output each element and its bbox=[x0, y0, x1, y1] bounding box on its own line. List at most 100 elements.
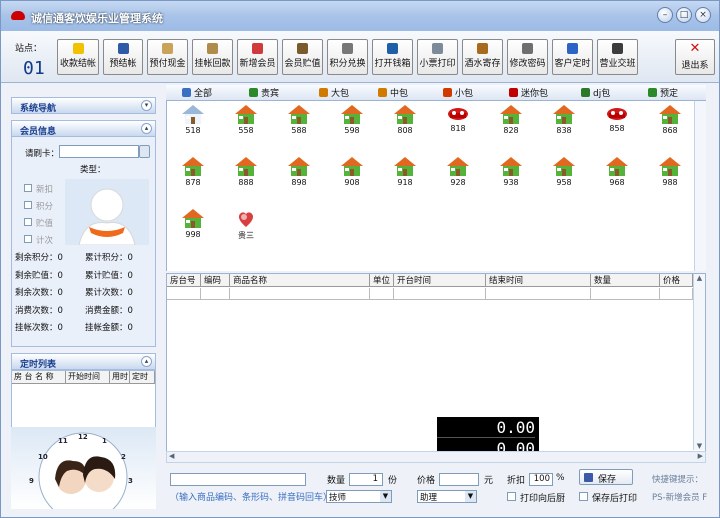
room-998[interactable]: 998 bbox=[173, 208, 213, 252]
room-928[interactable]: 928 bbox=[438, 156, 478, 200]
room-house-icon bbox=[438, 156, 478, 178]
tab-all[interactable]: 全部 bbox=[180, 86, 212, 100]
member-deposit-button[interactable]: 会员贮值 bbox=[282, 39, 323, 75]
product-search-input[interactable] bbox=[170, 473, 306, 486]
table-col-4[interactable]: 开台时间 bbox=[394, 274, 486, 287]
qty-input[interactable]: 1 bbox=[349, 473, 383, 486]
save-button[interactable]: 保存 bbox=[579, 469, 633, 485]
hang-account-button[interactable]: 挂帐回款 bbox=[192, 39, 233, 75]
assistant-select[interactable]: 助理 ▼ bbox=[417, 490, 477, 503]
wine-storage-button[interactable]: 酒水寄存 bbox=[462, 39, 503, 75]
table-col-1[interactable]: 编码 bbox=[201, 274, 230, 287]
room-958[interactable]: 958 bbox=[544, 156, 584, 200]
room-label: 588 bbox=[291, 126, 307, 135]
exit-button[interactable]: ✕ 退出系 bbox=[675, 39, 715, 75]
open-cashbox-button[interactable]: 打开钱箱 bbox=[372, 39, 413, 75]
room-918[interactable]: 918 bbox=[385, 156, 425, 200]
chevron-down-icon[interactable]: ▾ bbox=[141, 100, 152, 111]
room-598[interactable]: 598 bbox=[332, 104, 372, 148]
scroll-down-icon[interactable]: ▼ bbox=[694, 442, 705, 450]
table-cell-1[interactable] bbox=[201, 288, 230, 300]
member-check-0[interactable] bbox=[24, 184, 32, 192]
scroll-right-icon[interactable]: ▶ bbox=[698, 452, 703, 460]
tab-small[interactable]: 小包 bbox=[441, 86, 473, 100]
system-nav-header[interactable]: 系统导航 ▾ bbox=[11, 97, 156, 114]
chevron-up-icon[interactable]: ▴ bbox=[141, 356, 152, 367]
table-cell-6[interactable] bbox=[591, 288, 660, 300]
room-label: 818 bbox=[450, 124, 466, 133]
member-check-1[interactable] bbox=[24, 201, 32, 209]
save-print-checkbox[interactable] bbox=[579, 492, 588, 501]
table-col-2[interactable]: 商品名称 bbox=[230, 274, 370, 287]
table-col-5[interactable]: 结束时间 bbox=[486, 274, 591, 287]
table-col-6[interactable]: 数量 bbox=[591, 274, 660, 287]
prepay-button[interactable]: 预付现金 bbox=[147, 39, 188, 75]
room-988[interactable]: 988 bbox=[650, 156, 690, 200]
pre-settle-button[interactable]: 预结帐 bbox=[103, 39, 143, 75]
print-receipt-button[interactable]: 小票打印 bbox=[417, 39, 458, 75]
room-828[interactable]: 828 bbox=[491, 104, 531, 148]
room-588[interactable]: 588 bbox=[279, 104, 319, 148]
order-table-scrollbar[interactable]: ▲ ▼ bbox=[693, 274, 705, 450]
table-col-7[interactable]: 价格 bbox=[660, 274, 693, 287]
room-868[interactable]: 868 bbox=[650, 104, 690, 148]
room-label: 968 bbox=[609, 178, 625, 187]
room-938[interactable]: 938 bbox=[491, 156, 531, 200]
tab-dj[interactable]: dj包 bbox=[579, 86, 610, 100]
discount-input[interactable]: 100 bbox=[529, 473, 553, 486]
room-518[interactable]: 518 bbox=[173, 104, 213, 148]
member-check-3[interactable] bbox=[24, 235, 32, 243]
tab-vip[interactable]: 贵宾 bbox=[247, 86, 279, 100]
room-838[interactable]: 838 bbox=[544, 104, 584, 148]
tab-reserve-label: 预定 bbox=[660, 89, 679, 99]
order-table-hscroll[interactable]: ◀ ▶ bbox=[166, 451, 706, 463]
room-818[interactable]: 818 bbox=[438, 104, 478, 148]
room-grid-scrollbar[interactable] bbox=[694, 101, 706, 271]
room-house-icon bbox=[650, 156, 690, 178]
print-kitchen-checkbox[interactable] bbox=[507, 492, 516, 501]
scroll-up-icon[interactable]: ▲ bbox=[694, 274, 705, 282]
room-贵三[interactable]: 贵三 bbox=[226, 208, 266, 252]
clock-number-2: 2 bbox=[121, 453, 126, 461]
technician-select[interactable]: 技师 ▼ bbox=[326, 490, 392, 503]
room-808[interactable]: 808 bbox=[385, 104, 425, 148]
table-cell-3[interactable] bbox=[370, 288, 394, 300]
chevron-down-icon: ▼ bbox=[380, 491, 391, 502]
minimize-button[interactable]: – bbox=[657, 7, 673, 23]
table-cell-2[interactable] bbox=[230, 288, 370, 300]
table-cell-4[interactable] bbox=[394, 288, 486, 300]
table-cell-5[interactable] bbox=[486, 288, 591, 300]
table-col-3[interactable]: 单位 bbox=[370, 274, 394, 287]
points-exchange-button[interactable]: 积分兑换 bbox=[327, 39, 368, 75]
room-558[interactable]: 558 bbox=[226, 104, 266, 148]
chevron-up-icon[interactable]: ▴ bbox=[141, 123, 152, 134]
table-cell-0[interactable] bbox=[167, 288, 201, 300]
shift-handover-button[interactable]: 营业交班 bbox=[597, 39, 638, 75]
room-878[interactable]: 878 bbox=[173, 156, 213, 200]
member-check-2[interactable] bbox=[24, 218, 32, 226]
room-968[interactable]: 968 bbox=[597, 156, 637, 200]
room-908[interactable]: 908 bbox=[332, 156, 372, 200]
member-info-header[interactable]: 会员信息 ▴ bbox=[11, 120, 156, 137]
close-button[interactable]: × bbox=[695, 7, 711, 23]
checkout-button[interactable]: 收款结帐 bbox=[57, 39, 99, 75]
amount-total: 0.00 bbox=[437, 417, 535, 438]
table-cell-7[interactable] bbox=[660, 288, 693, 300]
timer-list-header[interactable]: 定时列表 ▴ bbox=[11, 353, 156, 370]
tab-reserve[interactable]: 预定 bbox=[646, 86, 678, 100]
tab-mini[interactable]: 迷你包 bbox=[507, 86, 548, 100]
table-col-0[interactable]: 房台号 bbox=[167, 274, 201, 287]
card-read-button[interactable] bbox=[139, 145, 150, 158]
maximize-button[interactable]: □ bbox=[676, 7, 692, 23]
price-input[interactable] bbox=[439, 473, 479, 486]
room-888[interactable]: 888 bbox=[226, 156, 266, 200]
new-member-button[interactable]: 新增会员 bbox=[237, 39, 278, 75]
change-password-button[interactable]: 修改密码 bbox=[507, 39, 548, 75]
tab-large[interactable]: 大包 bbox=[317, 86, 349, 100]
customer-timer-button[interactable]: 客户定时 bbox=[552, 39, 593, 75]
card-input[interactable] bbox=[59, 145, 139, 158]
room-898[interactable]: 898 bbox=[279, 156, 319, 200]
scroll-left-icon[interactable]: ◀ bbox=[169, 452, 174, 460]
room-858[interactable]: 858 bbox=[597, 104, 637, 148]
tab-medium[interactable]: 中包 bbox=[376, 86, 408, 100]
